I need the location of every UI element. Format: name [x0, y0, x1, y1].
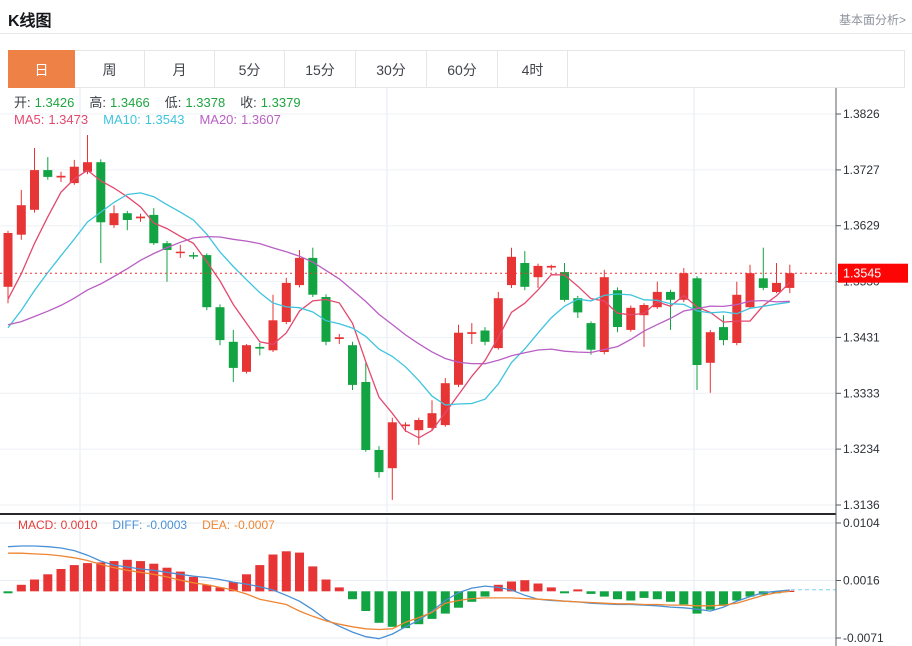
svg-text:1.3333: 1.3333: [843, 386, 880, 400]
tab-4hour[interactable]: 4时: [498, 50, 568, 88]
tab-5min[interactable]: 5分: [215, 50, 285, 88]
kline-widget: K线图 基本面分析> 日周月5分15分30分60分4时 1.38261.3727…: [0, 0, 912, 646]
tab-week[interactable]: 周: [75, 50, 145, 88]
svg-text:1.3136: 1.3136: [843, 498, 880, 512]
tab-15min[interactable]: 15分: [285, 50, 356, 88]
svg-text:1.3431: 1.3431: [843, 330, 880, 344]
page-title: K线图: [8, 7, 52, 31]
svg-text:1.3826: 1.3826: [843, 107, 880, 121]
ohlc-item-1: 高:1.3466: [89, 95, 149, 110]
macd-item-1: DIFF:-0.0003: [112, 518, 187, 532]
ma-item-1: MA10:1.3543: [103, 112, 184, 127]
tab-30min[interactable]: 30分: [356, 50, 427, 88]
macd-item-2: DEA:-0.0007: [202, 518, 275, 532]
tab-60min[interactable]: 60分: [427, 50, 498, 88]
ohlc-item-2: 低:1.3378: [165, 95, 225, 110]
ohlc-item-3: 收:1.3379: [240, 95, 300, 110]
svg-text:1.3234: 1.3234: [843, 442, 880, 456]
svg-text:0.0016: 0.0016: [843, 574, 880, 588]
svg-text:-0.0071: -0.0071: [843, 631, 884, 645]
fundamental-analysis-link[interactable]: 基本面分析>: [839, 11, 906, 28]
tab-bar: 日周月5分15分30分60分4时: [0, 50, 912, 88]
tab-bar-spacer: [568, 50, 905, 88]
svg-text:1.3629: 1.3629: [843, 219, 880, 233]
svg-text:1.3545: 1.3545: [843, 267, 881, 281]
ma-item-2: MA20:1.3607: [199, 112, 280, 127]
svg-text:0.0104: 0.0104: [843, 516, 880, 530]
ma-legend: MA5:1.3473 MA10:1.3543 MA20:1.3607: [14, 112, 296, 127]
ma-item-0: MA5:1.3473: [14, 112, 88, 127]
tab-month[interactable]: 月: [145, 50, 215, 88]
macd-item-0: MACD:0.0010: [18, 518, 97, 532]
ohlc-legend: 开:1.3426 高:1.3466 低:1.3378 收:1.3379: [14, 92, 316, 111]
ohlc-item-0: 开:1.3426: [14, 95, 74, 110]
macd-legend: MACD:0.0010 DIFF:-0.0003 DEA:-0.0007: [18, 518, 290, 532]
tab-day[interactable]: 日: [8, 50, 75, 88]
svg-text:1.3727: 1.3727: [843, 163, 880, 177]
kline-chart[interactable]: 1.38261.37271.36291.35301.34311.33331.32…: [0, 0, 912, 646]
